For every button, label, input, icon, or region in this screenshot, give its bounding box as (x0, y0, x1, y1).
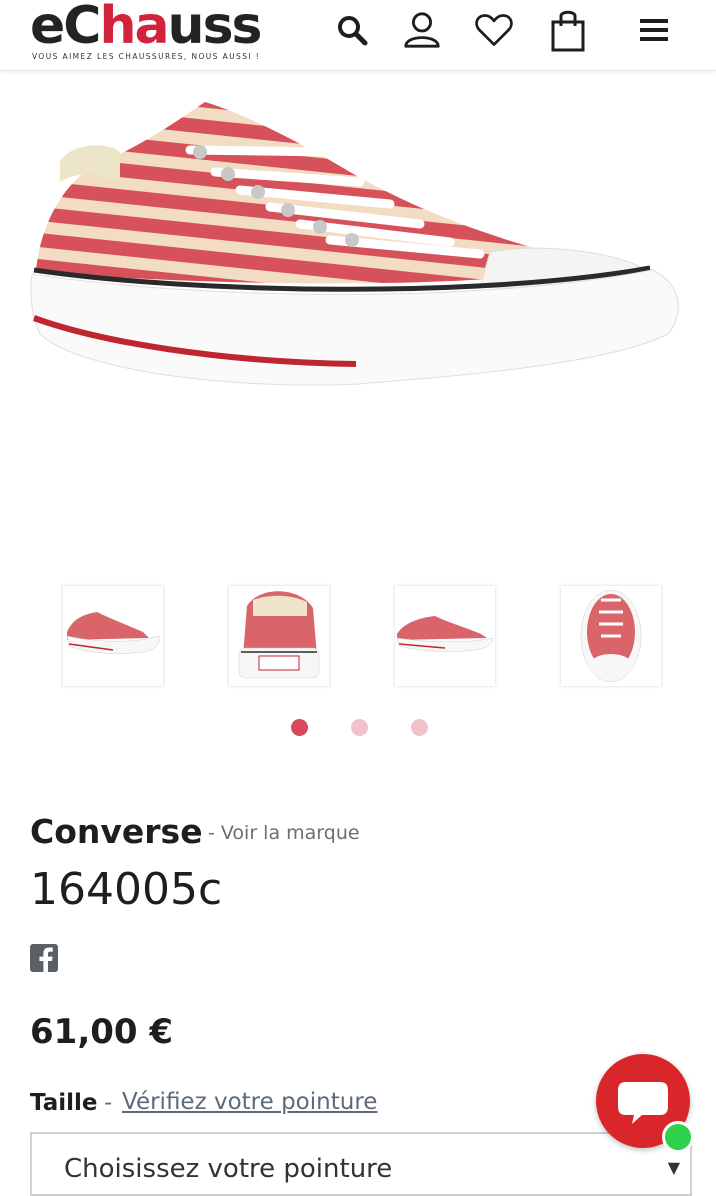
logo-wordmark: eChauss (30, 0, 262, 56)
size-select[interactable]: Choisissez votre pointure ▼ (30, 1132, 692, 1196)
gallery-dot-active[interactable] (291, 719, 308, 736)
product-brand: Converse (30, 812, 203, 851)
size-guide-link[interactable]: Vérifiez votre pointure (122, 1089, 377, 1115)
thumbnail-4[interactable] (561, 586, 661, 686)
thumbnail-1[interactable] (63, 586, 163, 686)
menu-icon[interactable] (634, 8, 674, 52)
product-model: 164005c (30, 864, 223, 915)
chat-online-indicator (662, 1121, 694, 1153)
gallery-dot[interactable] (411, 719, 428, 736)
account-icon[interactable] (402, 8, 442, 52)
chevron-down-icon: ▼ (667, 1158, 680, 1177)
site-header: eChauss VOUS AIMEZ LES CHAUSSURES, NOUS … (0, 0, 716, 71)
main-product-image[interactable] (0, 72, 716, 572)
site-logo[interactable]: eChauss VOUS AIMEZ LES CHAUSSURES, NOUS … (30, 0, 290, 66)
logo-tagline: VOUS AIMEZ LES CHAUSSURES, NOUS AUSSI ! (32, 52, 261, 61)
thumbnail-3[interactable] (395, 586, 495, 686)
size-select-value: Choisissez votre pointure (64, 1154, 393, 1184)
thumbnail-2[interactable] (229, 586, 329, 686)
search-icon[interactable] (332, 8, 372, 52)
product-price: 61,00 € (30, 1012, 174, 1052)
facebook-share-icon[interactable] (30, 944, 58, 972)
size-separator: - (104, 1090, 113, 1116)
size-label: Taille (30, 1090, 98, 1116)
gallery-dot[interactable] (351, 719, 368, 736)
wishlist-icon[interactable] (474, 8, 514, 52)
cart-icon[interactable] (548, 8, 588, 52)
brand-link[interactable]: - Voir la marque (208, 822, 360, 844)
